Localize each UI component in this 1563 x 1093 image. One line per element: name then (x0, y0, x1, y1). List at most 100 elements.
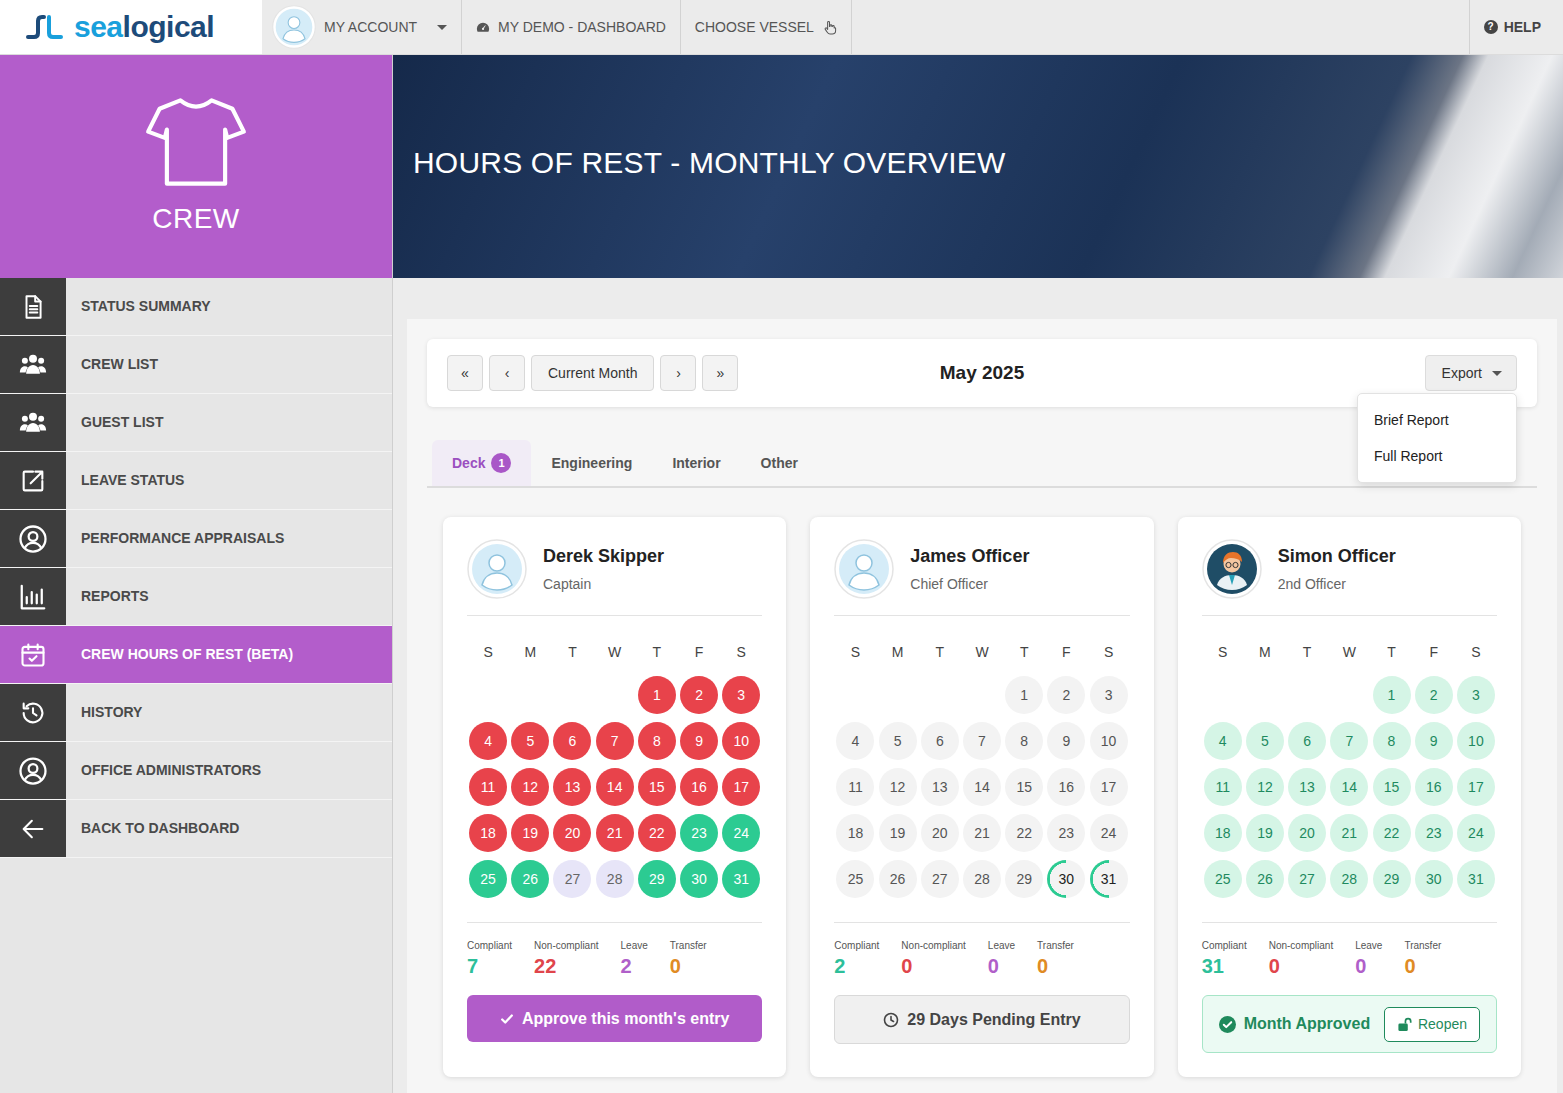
calendar-day[interactable]: 21 (1330, 814, 1368, 852)
calendar-day[interactable]: 18 (1204, 814, 1242, 852)
department-tab[interactable]: Engineering (531, 440, 652, 486)
calendar-day[interactable]: 15 (638, 768, 676, 806)
calendar-day[interactable]: 6 (1288, 722, 1326, 760)
calendar-day[interactable]: 8 (1005, 722, 1043, 760)
sidebar-item[interactable]: OFFICE ADMINISTRATORS (0, 742, 392, 800)
help-link[interactable]: ?HELP (1469, 0, 1563, 54)
calendar-day[interactable]: 25 (469, 860, 507, 898)
calendar-day[interactable]: 22 (1373, 814, 1411, 852)
calendar-day[interactable]: 9 (680, 722, 718, 760)
calendar-day[interactable]: 12 (879, 768, 917, 806)
calendar-day[interactable]: 13 (553, 768, 591, 806)
calendar-day[interactable]: 11 (469, 768, 507, 806)
calendar-day[interactable]: 25 (836, 860, 874, 898)
approve-button[interactable]: Approve this month's entry (467, 995, 762, 1042)
calendar-day[interactable]: 20 (553, 814, 591, 852)
sidebar-item[interactable]: PERFORMANCE APPRAISALS (0, 510, 392, 568)
calendar-day[interactable]: 16 (1047, 768, 1085, 806)
calendar-day[interactable]: 4 (836, 722, 874, 760)
calendar-day[interactable]: 20 (1288, 814, 1326, 852)
sidebar-item[interactable]: CREW HOURS OF REST (BETA) (0, 626, 392, 684)
calendar-day[interactable]: 16 (680, 768, 718, 806)
calendar-day[interactable]: 12 (1246, 768, 1284, 806)
calendar-day[interactable]: 23 (680, 814, 718, 852)
sidebar-item[interactable]: STATUS SUMMARY (0, 278, 392, 336)
calendar-day[interactable]: 1 (638, 676, 676, 714)
nav-link-item[interactable]: MY DEMO - DASHBOARD (462, 0, 681, 54)
calendar-day[interactable]: 28 (963, 860, 1001, 898)
calendar-day[interactable]: 19 (1246, 814, 1284, 852)
department-tab[interactable]: Other (741, 440, 818, 486)
sidebar-item[interactable]: REPORTS (0, 568, 392, 626)
nav-link-item[interactable]: CHOOSE VESSEL (681, 0, 852, 54)
calendar-day[interactable]: 16 (1415, 768, 1453, 806)
calendar-day[interactable]: 23 (1047, 814, 1085, 852)
calendar-day[interactable]: 8 (1373, 722, 1411, 760)
calendar-day[interactable]: 22 (638, 814, 676, 852)
calendar-day[interactable]: 7 (963, 722, 1001, 760)
calendar-day[interactable]: 11 (836, 768, 874, 806)
calendar-day[interactable]: 20 (921, 814, 959, 852)
calendar-day[interactable]: 14 (596, 768, 634, 806)
calendar-day[interactable]: 26 (1246, 860, 1284, 898)
calendar-day[interactable]: 29 (1005, 860, 1043, 898)
calendar-day[interactable]: 4 (1204, 722, 1242, 760)
sidebar-item[interactable]: BACK TO DASHBOARD (0, 800, 392, 858)
calendar-day[interactable]: 17 (1457, 768, 1495, 806)
calendar-day[interactable]: 24 (722, 814, 760, 852)
calendar-day[interactable]: 29 (1373, 860, 1411, 898)
calendar-day[interactable]: 18 (836, 814, 874, 852)
calendar-day[interactable]: 6 (921, 722, 959, 760)
calendar-day[interactable]: 27 (553, 860, 591, 898)
calendar-day[interactable]: 21 (596, 814, 634, 852)
calendar-day[interactable]: 10 (722, 722, 760, 760)
calendar-day[interactable]: 31 (1457, 860, 1495, 898)
reopen-button[interactable]: Reopen (1384, 1007, 1480, 1042)
calendar-day[interactable]: 28 (1330, 860, 1368, 898)
calendar-day[interactable]: 28 (596, 860, 634, 898)
calendar-day[interactable]: 26 (879, 860, 917, 898)
calendar-day[interactable]: 5 (1246, 722, 1284, 760)
logo[interactable]: sealogical (0, 0, 262, 54)
calendar-day[interactable]: 8 (638, 722, 676, 760)
calendar-day[interactable]: 31 (722, 860, 760, 898)
calendar-day[interactable]: 19 (879, 814, 917, 852)
calendar-day[interactable]: 2 (680, 676, 718, 714)
calendar-day[interactable]: 10 (1457, 722, 1495, 760)
sidebar-item[interactable]: LEAVE STATUS (0, 452, 392, 510)
month-nav-button[interactable]: › (660, 355, 696, 391)
export-menu-item[interactable]: Brief Report (1358, 402, 1516, 438)
calendar-day[interactable]: 9 (1047, 722, 1085, 760)
calendar-day[interactable]: 1 (1005, 676, 1043, 714)
export-button[interactable]: Export (1425, 355, 1517, 391)
calendar-day[interactable]: 12 (511, 768, 549, 806)
calendar-day[interactable]: 18 (469, 814, 507, 852)
sidebar-item[interactable]: GUEST LIST (0, 394, 392, 452)
calendar-day[interactable]: 24 (1457, 814, 1495, 852)
calendar-day[interactable]: 11 (1204, 768, 1242, 806)
month-nav-button[interactable]: » (702, 355, 738, 391)
calendar-day[interactable]: 13 (1288, 768, 1326, 806)
calendar-day[interactable]: 22 (1005, 814, 1043, 852)
calendar-day[interactable]: 3 (1457, 676, 1495, 714)
calendar-day[interactable]: 5 (511, 722, 549, 760)
export-menu-item[interactable]: Full Report (1358, 438, 1516, 474)
calendar-day[interactable]: 14 (1330, 768, 1368, 806)
calendar-day[interactable]: 6 (553, 722, 591, 760)
calendar-day[interactable]: 24 (1090, 814, 1128, 852)
calendar-day[interactable]: 15 (1373, 768, 1411, 806)
calendar-day[interactable]: 3 (1090, 676, 1128, 714)
calendar-day[interactable]: 31 (1090, 860, 1128, 898)
month-nav-button[interactable]: « (447, 355, 483, 391)
calendar-day[interactable]: 10 (1090, 722, 1128, 760)
calendar-day[interactable]: 19 (511, 814, 549, 852)
calendar-day[interactable]: 9 (1415, 722, 1453, 760)
month-nav-button[interactable]: Current Month (531, 355, 654, 391)
calendar-day[interactable]: 3 (722, 676, 760, 714)
calendar-day[interactable]: 2 (1047, 676, 1085, 714)
calendar-day[interactable]: 29 (638, 860, 676, 898)
logo-text[interactable]: sealogical (74, 12, 214, 42)
calendar-day[interactable]: 5 (879, 722, 917, 760)
calendar-day[interactable]: 23 (1415, 814, 1453, 852)
calendar-day[interactable]: 17 (1090, 768, 1128, 806)
